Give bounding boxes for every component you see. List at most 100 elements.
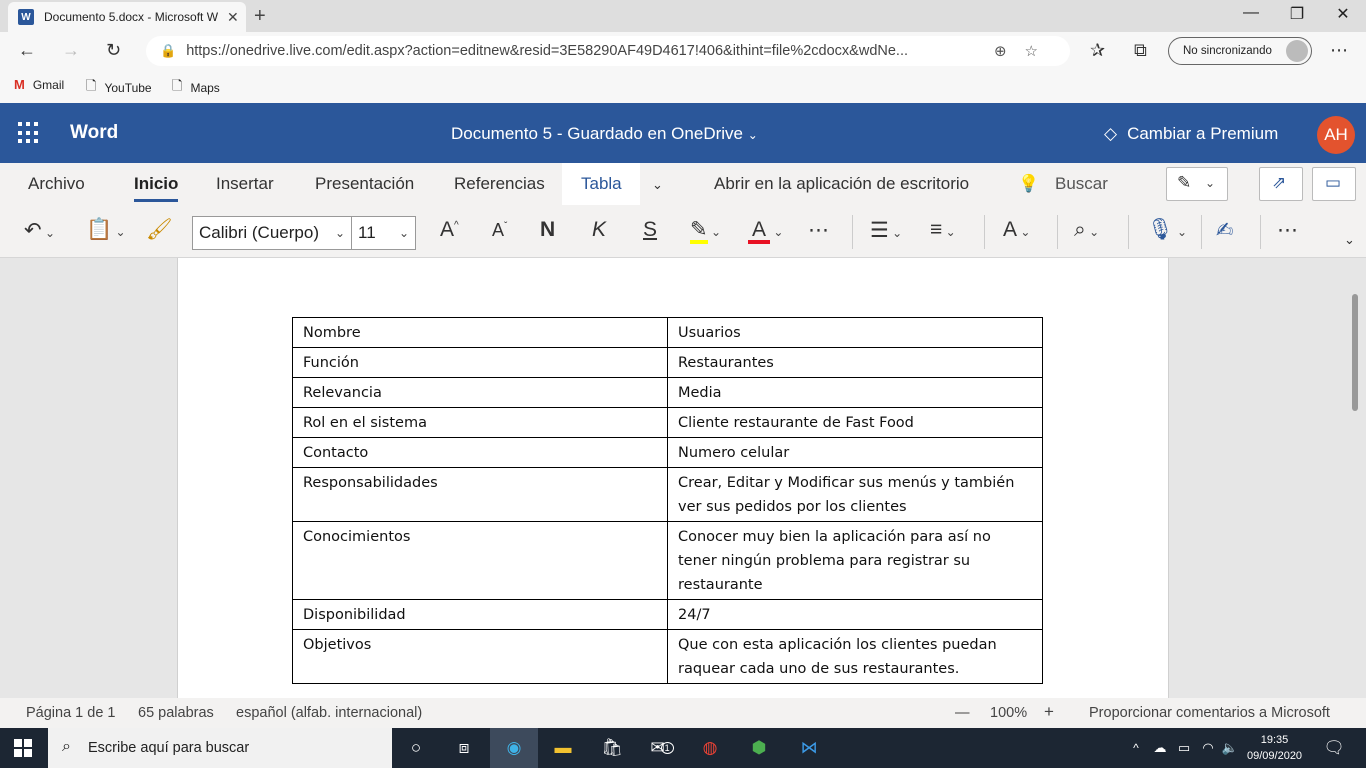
back-icon[interactable]: ←	[18, 40, 36, 61]
zoom-out-icon[interactable]: —	[955, 705, 970, 721]
address-bar[interactable]: 🔒 https://onedrive.live.com/edit.aspx?ac…	[146, 36, 1070, 66]
collections-icon[interactable]: ⧉	[1134, 40, 1147, 61]
table-cell-label[interactable]: Conocimientos	[292, 521, 668, 600]
bookmark-gmail[interactable]: M Gmail	[14, 77, 64, 92]
store-icon[interactable]: 🛍	[600, 736, 624, 760]
bullets-icon[interactable]: ☰ ⌄	[870, 218, 902, 243]
tab-insertar[interactable]: Insertar	[216, 174, 274, 194]
editing-mode-button[interactable]: ✎ ⌄	[1166, 167, 1228, 201]
minimize-icon[interactable]: —	[1228, 4, 1274, 22]
paste-icon[interactable]: 📋 ⌄	[86, 218, 126, 242]
edge-icon[interactable]: ◉	[502, 736, 526, 760]
expand-ribbon-chevron-icon[interactable]: ⌄	[1344, 232, 1355, 248]
comments-button[interactable]: ▭	[1312, 167, 1356, 201]
table-cell-value[interactable]: Que con esta aplicación los clientes pue…	[667, 629, 1043, 684]
tab-archivo[interactable]: Archivo	[28, 174, 85, 194]
tab-presentacion[interactable]: Presentación	[315, 174, 414, 194]
bold-button[interactable]: N	[540, 218, 555, 242]
document-title[interactable]: Documento 5 - Guardado en OneDrive ⌄	[451, 124, 758, 144]
font-size-select[interactable]: 11 ⌄	[351, 216, 416, 250]
close-tab-icon[interactable]: ✕	[227, 9, 239, 26]
format-painter-icon[interactable]: 🖌	[146, 218, 173, 242]
grow-font-icon[interactable]: A^	[440, 218, 459, 242]
show-hidden-icons-icon[interactable]: ^	[1124, 736, 1148, 760]
taskbar-search[interactable]: ⌕ Escribe aquí para buscar	[48, 728, 392, 768]
styles-icon[interactable]: A ⌄	[1003, 218, 1030, 242]
restore-icon[interactable]: ❐	[1274, 4, 1320, 24]
premium-button[interactable]: ◇ Cambiar a Premium	[1104, 124, 1278, 144]
document-page[interactable]: Nombre Usuarios Función Restaurantes Relevan…	[177, 258, 1169, 698]
app-launcher-icon[interactable]	[18, 122, 40, 144]
forward-icon[interactable]: →	[62, 40, 80, 61]
browser-tab[interactable]: W Documento 5.docx - Microsoft W ✕	[8, 2, 246, 32]
table-cell-value[interactable]: 24/7	[667, 599, 1043, 630]
table-cell-label[interactable]: Relevancia	[292, 377, 668, 408]
editor-icon[interactable]: ✍	[1216, 218, 1234, 243]
app-name[interactable]: Word	[70, 122, 118, 144]
vscode-icon[interactable]: ⋈	[797, 736, 821, 760]
table-cell-label[interactable]: Responsabilidades	[292, 467, 668, 522]
vertical-scrollbar[interactable]	[1352, 294, 1358, 411]
find-icon[interactable]: ⌕ ⌄	[1074, 218, 1099, 242]
onedrive-icon[interactable]: ☁	[1148, 736, 1172, 760]
table-cell-value[interactable]: Conocer muy bien la aplicación para así …	[667, 521, 1043, 600]
table-cell-value[interactable]: Cliente restaurante de Fast Food	[667, 407, 1043, 438]
more-commands-icon[interactable]: ⋯	[1277, 218, 1298, 243]
tab-tabla[interactable]: Tabla	[581, 174, 622, 194]
notifications-icon[interactable]: 🗨	[1322, 736, 1346, 760]
table-cell-value[interactable]: Numero celular	[667, 437, 1043, 468]
tab-inicio[interactable]: Inicio	[134, 174, 179, 202]
font-color-button[interactable]: A ⌄	[748, 218, 783, 244]
table-cell-label[interactable]: Función	[292, 347, 668, 378]
mail-icon[interactable]: ✉ 1	[650, 736, 674, 760]
node-icon[interactable]: ⬢	[747, 736, 771, 760]
table-cell-value[interactable]: Usuarios	[667, 317, 1043, 348]
table-cell-label[interactable]: Contacto	[292, 437, 668, 468]
table-cell-value[interactable]: Restaurantes	[667, 347, 1043, 378]
more-menu-icon[interactable]: ⋯	[1330, 40, 1348, 61]
share-button[interactable]: ⇗	[1259, 167, 1303, 201]
cortana-icon[interactable]: ○	[404, 736, 428, 760]
profile-sync-button[interactable]: No sincronizando	[1168, 37, 1312, 65]
feedback-link[interactable]: Proporcionar comentarios a Microsoft	[1089, 705, 1330, 721]
zoom-icon[interactable]: ⊕	[994, 43, 1025, 60]
shrink-font-icon[interactable]: Aˇ	[492, 220, 507, 241]
user-avatar[interactable]: AH	[1317, 116, 1355, 154]
favorite-star-icon[interactable]: ☆	[1025, 43, 1056, 60]
table-cell-label[interactable]: Disponibilidad	[292, 599, 668, 630]
underline-button[interactable]: S	[643, 218, 657, 242]
table-cell-value[interactable]: Crear, Editar y Modificar sus menús y ta…	[667, 467, 1043, 522]
more-font-options-icon[interactable]: ⋯	[808, 218, 829, 243]
file-explorer-icon[interactable]: ▬	[551, 736, 575, 760]
chrome-icon[interactable]: ◍	[698, 736, 722, 760]
favorites-icon[interactable]: ✰	[1090, 40, 1105, 61]
wifi-icon[interactable]: ◠	[1196, 736, 1220, 760]
table-cell-label[interactable]: Objetivos	[292, 629, 668, 684]
table-cell-label[interactable]: Rol en el sistema	[292, 407, 668, 438]
table-cell-label[interactable]: Nombre	[292, 317, 668, 348]
align-icon[interactable]: ≡ ⌄	[930, 218, 956, 242]
italic-button[interactable]: K	[592, 218, 606, 242]
new-tab-icon[interactable]: +	[254, 5, 266, 28]
task-view-icon[interactable]: ⧈	[452, 736, 476, 760]
zoom-in-icon[interactable]: +	[1044, 702, 1054, 722]
table-cell-value[interactable]: Media	[667, 377, 1043, 408]
tab-referencias[interactable]: Referencias	[454, 174, 545, 194]
dictate-mic-icon[interactable]: 🎙 ⌄	[1147, 218, 1187, 242]
search-tell-me[interactable]: Buscar	[1055, 174, 1108, 194]
bookmark-maps[interactable]: 🗋 Maps	[172, 77, 220, 99]
windows-start-icon[interactable]	[14, 739, 32, 757]
undo-icon[interactable]: ↶ ⌄	[24, 218, 55, 243]
open-desktop-link[interactable]: Abrir en la aplicación de escritorio	[714, 174, 969, 194]
stakeholder-table[interactable]: Nombre Usuarios Función Restaurantes Relevan…	[292, 317, 1043, 684]
clock[interactable]: 19:35 09/09/2020	[1247, 732, 1302, 764]
network-icon[interactable]: ▭	[1172, 736, 1196, 760]
refresh-icon[interactable]: ↻	[106, 40, 121, 61]
zoom-level[interactable]: 100%	[990, 705, 1027, 721]
more-tabs-chevron-icon[interactable]: ⌄	[652, 177, 663, 193]
bookmark-youtube[interactable]: 🗋 YouTube	[86, 77, 152, 99]
close-window-icon[interactable]: ✕	[1320, 4, 1366, 24]
language[interactable]: español (alfab. internacional)	[236, 705, 422, 721]
font-name-select[interactable]: Calibri (Cuerpo) ⌄	[192, 216, 352, 250]
volume-icon[interactable]: 🔈	[1218, 736, 1242, 760]
